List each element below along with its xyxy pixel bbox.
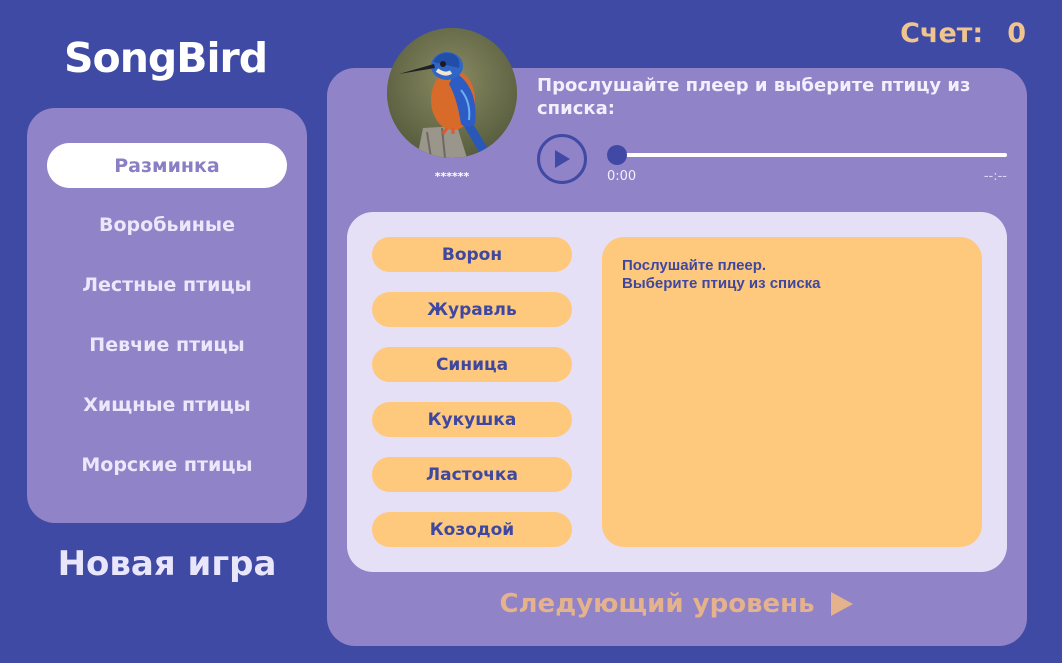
sidebar-item-predators[interactable]: Хищные птицы [47, 382, 287, 427]
info-line-1: Послушайте плеер. [622, 257, 767, 274]
current-time: 0:00 [607, 169, 637, 184]
score-display: Счет: 0 [900, 18, 1026, 49]
hidden-bird-name: ****** [434, 170, 470, 183]
sidebar-item-sea-birds[interactable]: Морские птицы [47, 442, 287, 487]
option-swallow[interactable]: Ласточка [372, 457, 572, 492]
bird-info-card: Послушайте плеер. Выберите птицу из спис… [602, 237, 982, 547]
option-cuckoo[interactable]: Кукушка [372, 402, 572, 437]
next-level-button[interactable]: Следующий уровень [327, 589, 1027, 619]
sidebar-item-forest-birds[interactable]: Лестные птицы [47, 262, 287, 307]
app-logo: SongBird [64, 34, 268, 82]
score-label: Счет: [900, 18, 984, 49]
level-sidebar: Разминка Воробьиные Лестные птицы Певчие… [27, 108, 307, 523]
play-button[interactable] [537, 134, 587, 184]
question-prompt: Прослушайте плеер и выберите птицу из сп… [537, 75, 971, 119]
info-line-2: Выберите птицу из списка [622, 275, 821, 292]
progress-track[interactable] [607, 153, 1007, 157]
play-icon [555, 150, 570, 168]
option-crane[interactable]: Журавль [372, 292, 572, 327]
option-nightjar[interactable]: Козодой [372, 512, 572, 547]
arrow-right-icon [830, 592, 853, 616]
option-tit[interactable]: Синица [372, 347, 572, 382]
option-raven[interactable]: Ворон [372, 237, 572, 272]
next-level-label: Следующий уровень [499, 589, 815, 619]
new-game-button[interactable]: Новая игра [27, 544, 307, 584]
duration-time: --:-- [983, 169, 1007, 184]
progress-thumb[interactable] [607, 145, 627, 165]
sidebar-item-sparrows[interactable]: Воробьиные [47, 202, 287, 247]
score-value: 0 [1007, 18, 1026, 49]
sidebar-item-warmup[interactable]: Разминка [47, 143, 287, 188]
bird-image [387, 28, 517, 158]
sidebar-item-songbirds[interactable]: Певчие птицы [47, 322, 287, 367]
kingfisher-photo [387, 28, 517, 158]
